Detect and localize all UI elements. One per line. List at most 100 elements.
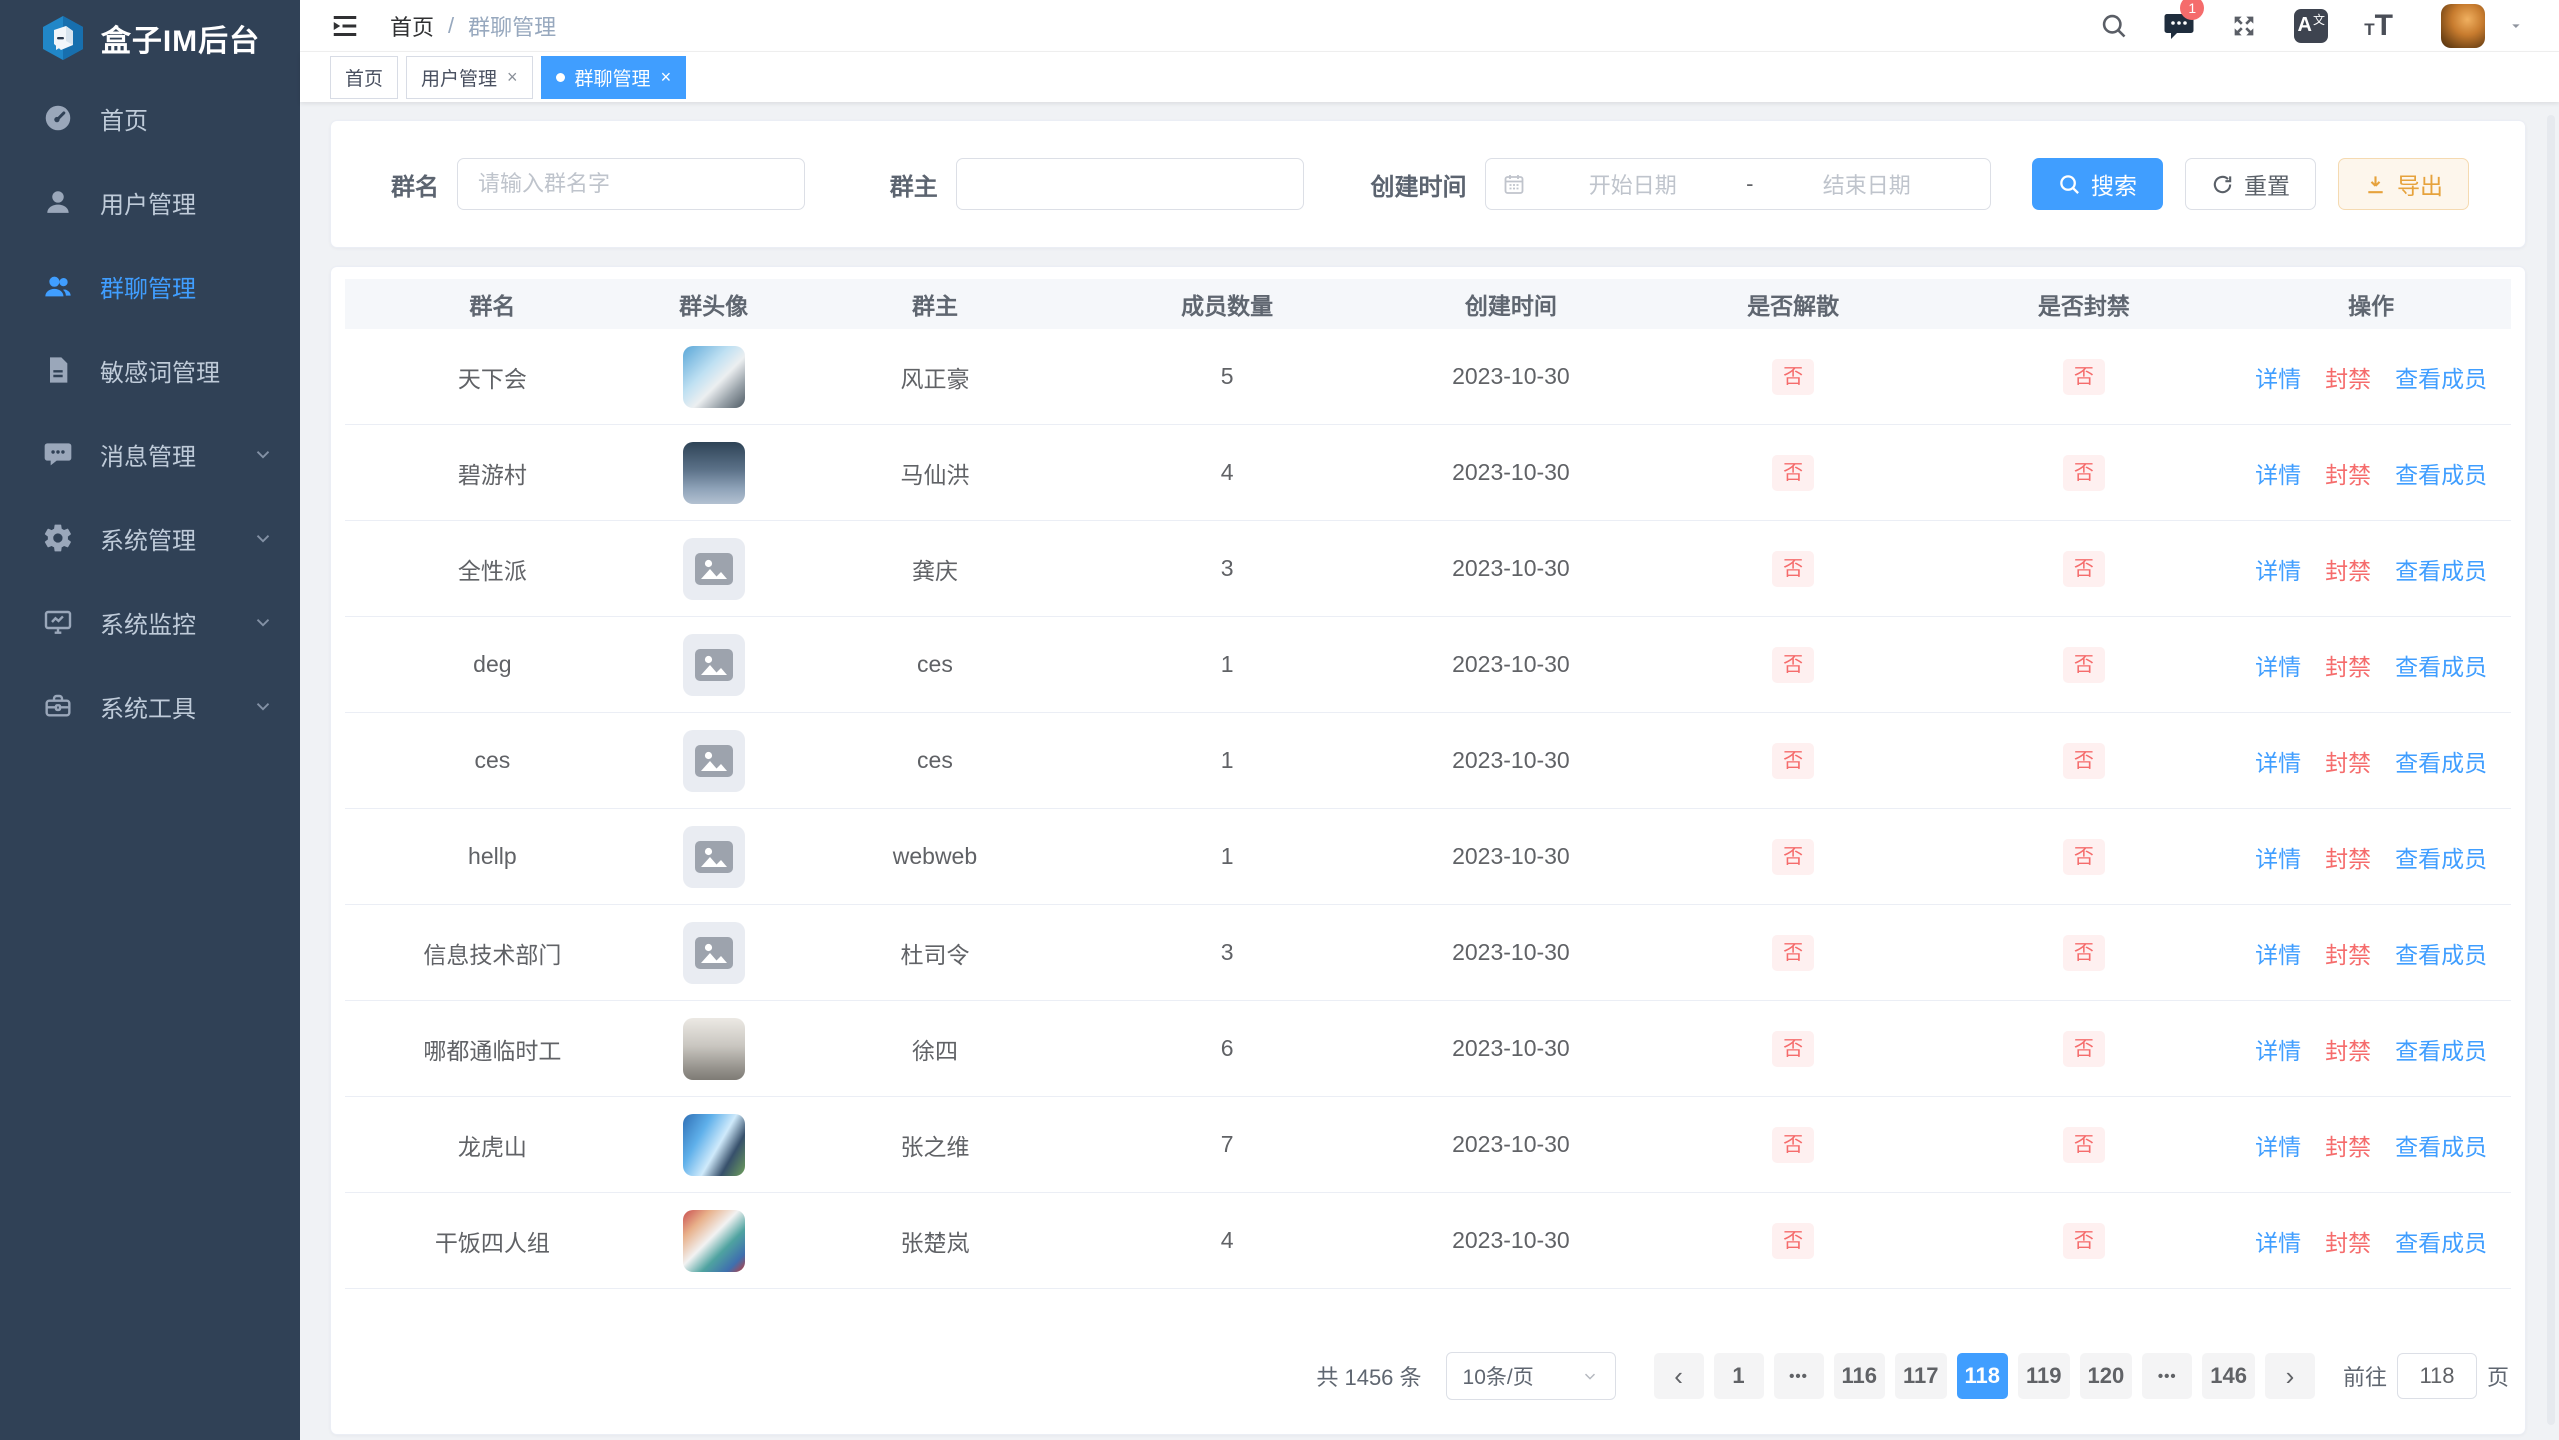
tab-user-management[interactable]: 用户管理 × — [406, 56, 533, 99]
view-members-link[interactable]: 查看成员 — [2395, 840, 2487, 874]
user-avatar[interactable] — [2441, 4, 2485, 48]
goto-page-input[interactable] — [2397, 1353, 2477, 1399]
page-button-117[interactable]: 117 — [1895, 1353, 1947, 1399]
chevron-down-icon — [252, 695, 274, 717]
detail-link[interactable]: 详情 — [2255, 936, 2301, 970]
ban-link[interactable]: 封禁 — [2325, 648, 2371, 682]
pages-ellipsis-right[interactable]: ••• — [2142, 1353, 2192, 1399]
member-count: 4 — [1082, 1227, 1372, 1254]
view-members-link[interactable]: 查看成员 — [2395, 936, 2487, 970]
detail-link[interactable]: 详情 — [2255, 840, 2301, 874]
view-members-link[interactable]: 查看成员 — [2395, 552, 2487, 586]
sidebar-item-system-tools[interactable]: 系统工具 — [0, 664, 300, 748]
view-members-link[interactable]: 查看成员 — [2395, 456, 2487, 490]
tabbar: 首页 用户管理 × 群聊管理 × — [300, 52, 2559, 102]
detail-link[interactable]: 详情 — [2255, 1032, 2301, 1066]
page-button-118-active[interactable]: 118 — [1957, 1353, 2009, 1399]
ban-link[interactable]: 封禁 — [2325, 552, 2371, 586]
page-button-120[interactable]: 120 — [2080, 1353, 2133, 1399]
view-members-link[interactable]: 查看成员 — [2395, 744, 2487, 778]
detail-link[interactable]: 详情 — [2255, 456, 2301, 490]
page-button-1[interactable]: 1 — [1714, 1353, 1764, 1399]
group-name: deg — [345, 651, 640, 678]
font-size-icon[interactable]: T T — [2364, 9, 2393, 43]
ban-link[interactable]: 封禁 — [2325, 1224, 2371, 1258]
column-header: 操作 — [2231, 287, 2511, 321]
date-range-picker[interactable]: 开始日期 - 结束日期 — [1485, 158, 1992, 210]
fullscreen-icon[interactable] — [2230, 12, 2258, 40]
chat-message-icon[interactable]: 1 — [2164, 12, 2194, 40]
view-members-link[interactable]: 查看成员 — [2395, 1032, 2487, 1066]
search-button[interactable]: 搜索 — [2032, 158, 2163, 210]
pages-ellipsis-left[interactable]: ••• — [1774, 1353, 1824, 1399]
sidebar-item-system-monitor[interactable]: 系统监控 — [0, 580, 300, 664]
reset-button[interactable]: 重置 — [2185, 158, 2316, 210]
ban-link[interactable]: 封禁 — [2325, 936, 2371, 970]
goto-page-unit: 页 — [2487, 1360, 2509, 1392]
tab-group-chat-management[interactable]: 群聊管理 × — [541, 56, 687, 99]
detail-link[interactable]: 详情 — [2255, 744, 2301, 778]
page-button-119[interactable]: 119 — [2018, 1353, 2070, 1399]
group-name-input[interactable] — [457, 158, 805, 210]
sidebar-item-group-chat[interactable]: 群聊管理 — [0, 244, 300, 328]
calendar-icon — [1502, 172, 1526, 196]
dissolved-badge: 否 — [1772, 1127, 1814, 1163]
group-owner: 马仙洪 — [788, 456, 1083, 490]
ban-link[interactable]: 封禁 — [2325, 1032, 2371, 1066]
view-members-link[interactable]: 查看成员 — [2395, 1128, 2487, 1162]
created-date: 2023-10-30 — [1372, 459, 1650, 486]
sidebar-item-messages[interactable]: 消息管理 — [0, 412, 300, 496]
sidebar-item-home[interactable]: 首页 — [0, 76, 300, 160]
next-page-button[interactable]: › — [2265, 1353, 2315, 1399]
vertical-scrollbar[interactable] — [2547, 115, 2555, 1425]
view-members-link[interactable]: 查看成员 — [2395, 648, 2487, 682]
sidebar-item-users[interactable]: 用户管理 — [0, 160, 300, 244]
ban-link[interactable]: 封禁 — [2325, 744, 2371, 778]
export-button[interactable]: 导出 — [2338, 158, 2469, 210]
view-members-link[interactable]: 查看成员 — [2395, 360, 2487, 394]
tab-home[interactable]: 首页 — [330, 56, 398, 99]
banned-badge: 否 — [2063, 359, 2105, 395]
page-button-116[interactable]: 116 — [1834, 1353, 1886, 1399]
page-button-146[interactable]: 146 — [2202, 1353, 2255, 1399]
created-date: 2023-10-30 — [1372, 1227, 1650, 1254]
breadcrumb-home[interactable]: 首页 — [390, 10, 434, 42]
detail-link[interactable]: 详情 — [2255, 552, 2301, 586]
detail-link[interactable]: 详情 — [2255, 1128, 2301, 1162]
close-icon[interactable]: × — [661, 68, 672, 86]
member-count: 3 — [1082, 939, 1372, 966]
group-owner-input[interactable] — [956, 158, 1304, 210]
sensitive-words-icon — [42, 354, 74, 386]
caret-down-icon[interactable] — [2507, 17, 2525, 35]
breadcrumb-separator: / — [448, 13, 454, 39]
ban-link[interactable]: 封禁 — [2325, 1128, 2371, 1162]
column-header: 成员数量 — [1082, 287, 1372, 321]
sidebar-collapse-icon[interactable] — [330, 11, 360, 41]
page-size-select[interactable]: 10条/页 — [1446, 1352, 1616, 1400]
active-tab-dot — [556, 73, 565, 82]
prev-page-button[interactable]: ‹ — [1654, 1353, 1704, 1399]
date-start-placeholder[interactable]: 开始日期 — [1526, 168, 1741, 200]
close-icon[interactable]: × — [507, 68, 518, 86]
ban-link[interactable]: 封禁 — [2325, 360, 2371, 394]
member-count: 1 — [1082, 843, 1372, 870]
created-date: 2023-10-30 — [1372, 651, 1650, 678]
search-icon[interactable] — [2100, 12, 2128, 40]
created-date: 2023-10-30 — [1372, 555, 1650, 582]
sidebar-item-sensitive-words[interactable]: 敏感词管理 — [0, 328, 300, 412]
detail-link[interactable]: 详情 — [2255, 360, 2301, 394]
chevron-down-icon — [252, 443, 274, 465]
ban-link[interactable]: 封禁 — [2325, 840, 2371, 874]
sidebar-item-system-admin[interactable]: 系统管理 — [0, 496, 300, 580]
sidebar-item-label: 消息管理 — [100, 437, 252, 472]
detail-link[interactable]: 详情 — [2255, 648, 2301, 682]
tab-label: 首页 — [345, 64, 383, 91]
detail-link[interactable]: 详情 — [2255, 1224, 2301, 1258]
date-end-placeholder[interactable]: 结束日期 — [1759, 168, 1974, 200]
ban-link[interactable]: 封禁 — [2325, 456, 2371, 490]
translate-icon[interactable]: A 文 — [2294, 9, 2328, 43]
page-size-value: 10条/页 — [1463, 1361, 1534, 1391]
group-owner: 张楚岚 — [788, 1224, 1083, 1258]
column-header: 是否解散 — [1650, 287, 1937, 321]
view-members-link[interactable]: 查看成员 — [2395, 1224, 2487, 1258]
